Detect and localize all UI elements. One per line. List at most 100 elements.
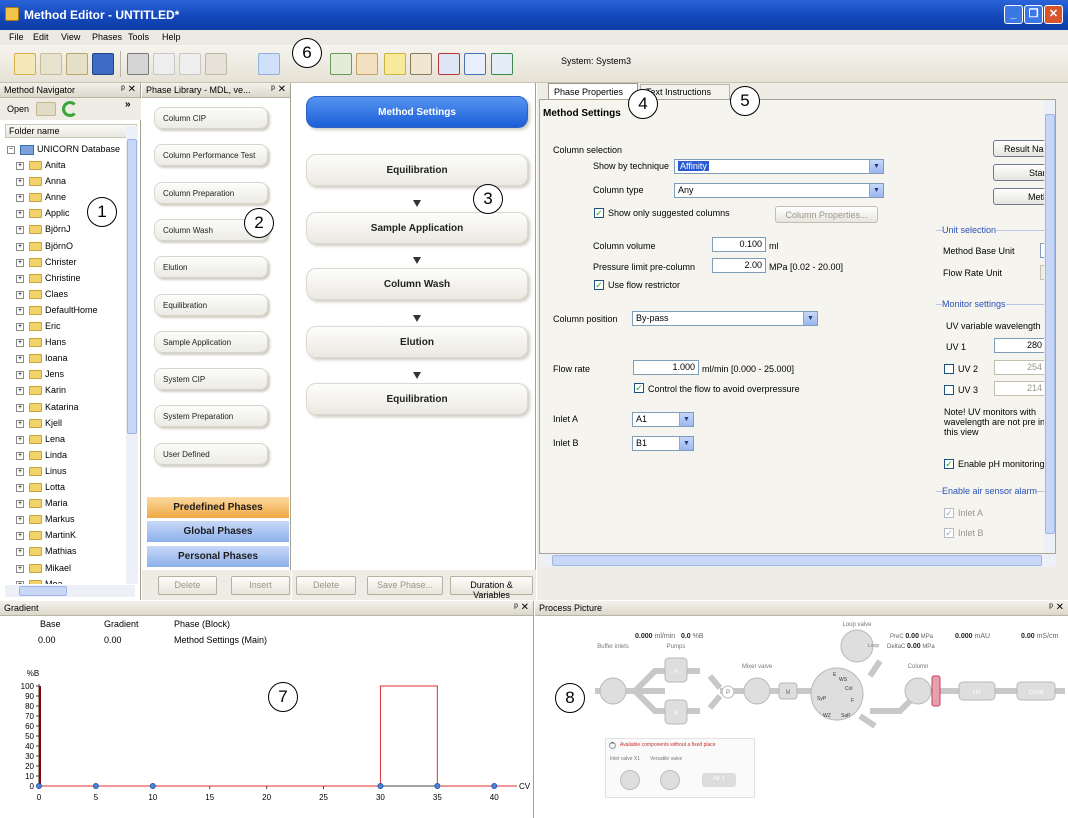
library-delete-button[interactable]: Delete bbox=[158, 576, 217, 595]
navigator-hscrollbar[interactable] bbox=[5, 585, 135, 597]
expand-icon[interactable]: + bbox=[16, 484, 24, 492]
tree-folder[interactable]: + Anna bbox=[2, 174, 126, 190]
block-elution[interactable]: Elution bbox=[306, 326, 528, 358]
expand-icon[interactable]: + bbox=[16, 403, 24, 412]
tree-folder[interactable]: + Linda bbox=[2, 448, 126, 464]
grid-icon[interactable] bbox=[464, 53, 486, 75]
chevron-down-icon[interactable]: ▼ bbox=[869, 184, 883, 197]
properties-hscrollbar[interactable] bbox=[539, 554, 1056, 567]
open-label[interactable]: Open bbox=[7, 104, 29, 114]
expand-icon[interactable]: + bbox=[16, 532, 24, 541]
pin-close-icon[interactable]: ᵖ ✕ bbox=[514, 602, 529, 613]
show-suggested-checkbox[interactable]: ✓ bbox=[594, 208, 604, 218]
tree-folder[interactable]: + Mathias bbox=[2, 544, 126, 560]
column-position-select[interactable]: By-pass ▼ bbox=[632, 311, 818, 326]
expand-icon[interactable]: + bbox=[16, 580, 24, 584]
chevron-up-icon[interactable]: ^ bbox=[609, 742, 616, 749]
more-icon[interactable]: » bbox=[125, 99, 131, 110]
tree-folder[interactable]: + Markus bbox=[2, 512, 126, 528]
technique-select[interactable]: Affinity ▼ bbox=[674, 159, 884, 174]
expand-icon[interactable]: + bbox=[16, 516, 24, 525]
print-icon[interactable] bbox=[127, 53, 149, 75]
enable-ph-checkbox[interactable]: ✓ bbox=[944, 459, 954, 469]
duration-variables-button[interactable]: Duration & Variables bbox=[450, 576, 533, 600]
cut-icon[interactable] bbox=[153, 53, 175, 75]
method-wizard-icon[interactable] bbox=[356, 53, 378, 75]
inlet-b-select[interactable]: B1 ▼ bbox=[632, 436, 694, 451]
open-icon[interactable] bbox=[40, 53, 62, 75]
pin-close-icon[interactable]: ᵖ ✕ bbox=[121, 84, 136, 95]
tree-folder[interactable]: + DefaultHome bbox=[2, 303, 126, 319]
control-flow-checkbox[interactable]: ✓ bbox=[634, 383, 644, 393]
expand-icon[interactable]: + bbox=[16, 371, 24, 380]
phase-item[interactable]: Sample Application bbox=[154, 330, 268, 353]
flow-restrictor-checkbox[interactable]: ✓ bbox=[594, 280, 604, 290]
expand-icon[interactable]: + bbox=[16, 242, 24, 251]
refresh-icon[interactable] bbox=[62, 101, 78, 117]
expand-icon[interactable]: + bbox=[16, 419, 24, 428]
tree-folder[interactable]: + Hans bbox=[2, 335, 126, 351]
phase-item[interactable]: Elution bbox=[154, 256, 268, 279]
uv3-checkbox[interactable] bbox=[944, 385, 954, 395]
uv1-input[interactable]: 280 bbox=[994, 338, 1046, 353]
expand-icon[interactable]: + bbox=[16, 274, 24, 283]
folder-open-icon[interactable] bbox=[36, 102, 56, 116]
buffer-inlet-valve-icon[interactable] bbox=[599, 677, 627, 705]
library-insert-button[interactable]: Insert bbox=[231, 576, 290, 595]
pressure-limit-input[interactable]: 2.00 bbox=[712, 258, 766, 273]
phase-item[interactable]: Equilibration bbox=[154, 293, 268, 316]
tree-folder[interactable]: + BjörnO bbox=[2, 239, 126, 255]
uv2-input[interactable]: 254 bbox=[994, 360, 1046, 375]
air-inlet-a-checkbox[interactable]: ✓ bbox=[944, 508, 954, 518]
expand-icon[interactable]: + bbox=[16, 339, 24, 348]
column-type-select[interactable]: Any ▼ bbox=[674, 183, 884, 198]
phase-item[interactable]: User Defined bbox=[154, 442, 268, 465]
expand-icon[interactable]: + bbox=[16, 355, 24, 364]
paste-icon[interactable] bbox=[205, 53, 227, 75]
column-icon[interactable] bbox=[931, 675, 941, 707]
expand-icon[interactable]: + bbox=[16, 500, 24, 509]
tree-folder[interactable]: + Lena bbox=[2, 432, 126, 448]
block-method-settings[interactable]: Method Settings bbox=[306, 96, 528, 128]
navigator-vscrollbar[interactable] bbox=[126, 126, 138, 584]
menu-phases[interactable]: Phases bbox=[92, 32, 122, 42]
inlet-valve-icon[interactable] bbox=[620, 770, 640, 790]
pin-close-icon[interactable]: ᵖ ✕ bbox=[1049, 602, 1064, 613]
mixer-valve-icon[interactable] bbox=[743, 677, 771, 705]
expand-icon[interactable]: + bbox=[16, 564, 24, 573]
chevron-down-icon[interactable]: ▼ bbox=[679, 437, 693, 450]
copy-icon[interactable] bbox=[179, 53, 201, 75]
outline-delete-button[interactable]: Delete bbox=[296, 576, 356, 595]
expand-icon[interactable]: + bbox=[16, 548, 24, 557]
versatile-valve-icon[interactable] bbox=[660, 770, 680, 790]
save-icon[interactable] bbox=[92, 53, 114, 75]
tree-folder[interactable]: + Linus bbox=[2, 464, 126, 480]
phase-item[interactable]: System Preparation bbox=[154, 405, 268, 428]
block-equilibration-2[interactable]: Equilibration bbox=[306, 383, 528, 415]
column-volume-input[interactable]: 0.100 bbox=[712, 237, 766, 252]
air-inlet-b-checkbox[interactable]: ✓ bbox=[944, 528, 954, 538]
tree-folder[interactable]: + Ioana bbox=[2, 351, 126, 367]
expand-icon[interactable]: + bbox=[16, 290, 24, 299]
expand-icon[interactable]: + bbox=[16, 467, 24, 476]
undo-icon[interactable] bbox=[258, 53, 280, 75]
column-properties-button[interactable]: Column Properties... bbox=[775, 206, 878, 223]
tree-root[interactable]: − UNICORN Database bbox=[2, 142, 126, 158]
menu-tools[interactable]: Tools bbox=[128, 32, 149, 42]
tree-folder[interactable]: + Karin bbox=[2, 383, 126, 399]
chevron-down-icon[interactable]: ▼ bbox=[679, 413, 693, 426]
expand-icon[interactable]: + bbox=[16, 162, 24, 170]
phase-item[interactable]: System CIP bbox=[154, 368, 268, 391]
new-method-icon[interactable] bbox=[14, 53, 36, 75]
category-global-phases[interactable]: Global Phases bbox=[147, 521, 289, 542]
expand-icon[interactable]: + bbox=[16, 451, 24, 460]
block-column-wash[interactable]: Column Wash bbox=[306, 268, 528, 300]
category-personal-phases[interactable]: Personal Phases bbox=[147, 546, 289, 567]
maximize-button[interactable]: ❐ bbox=[1024, 5, 1043, 24]
tree-folder[interactable]: + Maria bbox=[2, 496, 126, 512]
tree-folder[interactable]: + Moa bbox=[2, 577, 126, 584]
chevron-down-icon[interactable]: ▼ bbox=[803, 312, 817, 325]
tree-folder[interactable]: + Claes bbox=[2, 287, 126, 303]
expand-icon[interactable]: + bbox=[16, 323, 24, 331]
expand-icon[interactable]: + bbox=[16, 387, 24, 396]
